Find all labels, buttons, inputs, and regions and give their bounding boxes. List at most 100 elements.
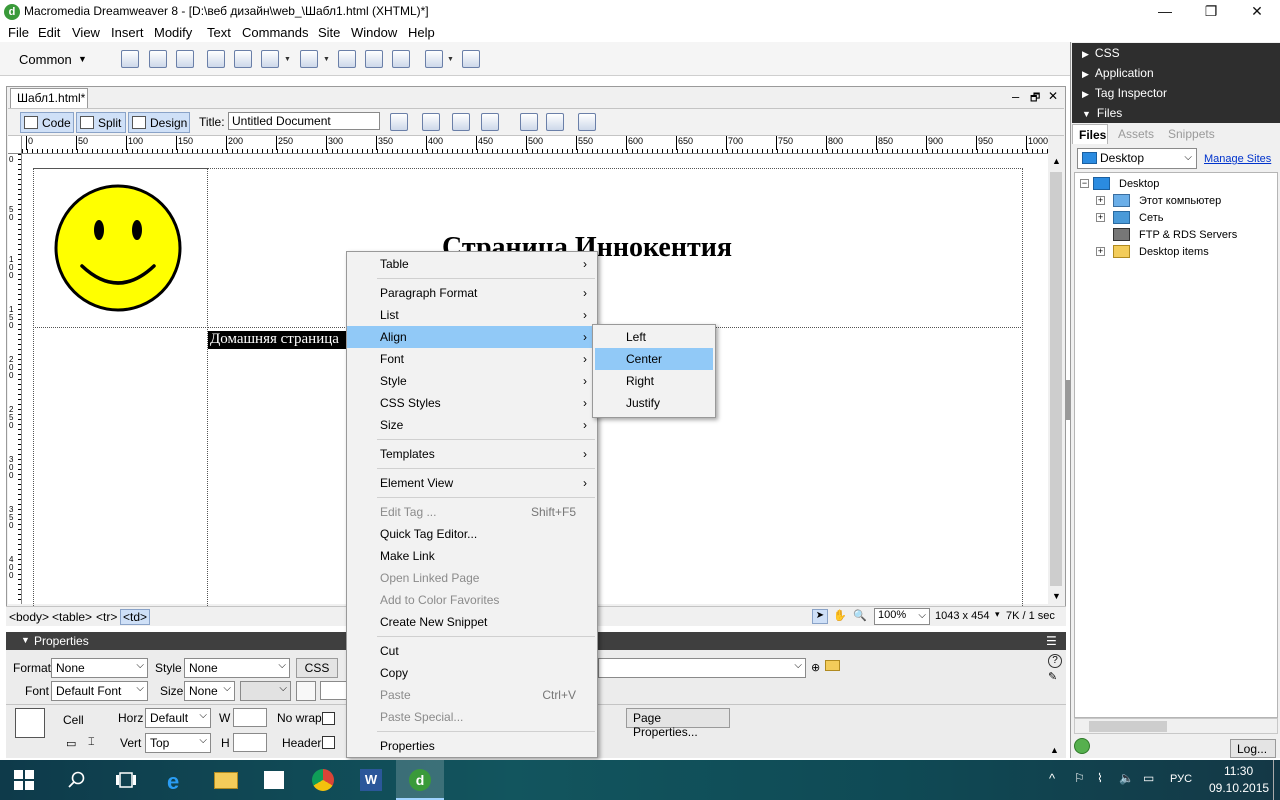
size-select[interactable]: None ⌵ [184, 681, 235, 701]
tree-item-computer[interactable]: Этот компьютер [1139, 195, 1221, 207]
taskbar-chrome[interactable] [299, 760, 347, 800]
div-tag-icon[interactable] [234, 50, 252, 68]
menu-file[interactable]: File [8, 25, 29, 40]
text-color-input[interactable] [320, 681, 348, 700]
log-button[interactable]: Log... [1230, 739, 1276, 758]
menu-item-properties[interactable]: Properties [347, 735, 597, 757]
refresh-icon[interactable] [520, 113, 538, 131]
expand-properties-icon[interactable]: ▲ [1050, 745, 1059, 755]
nowrap-checkbox[interactable] [322, 712, 335, 725]
smiley-face-image[interactable] [54, 184, 182, 312]
link-select[interactable]: ⌵ [598, 658, 806, 678]
align-left-item[interactable]: Left [595, 326, 713, 348]
text-color-picker[interactable] [296, 681, 316, 701]
zoom-select[interactable]: 100% ⌵ [874, 608, 930, 625]
width-input[interactable] [233, 708, 267, 727]
minimize-button[interactable]: — [1142, 0, 1188, 24]
hand-tool-icon[interactable]: ✋ [833, 609, 847, 622]
image-icon[interactable] [261, 50, 279, 68]
task-view-icon[interactable] [116, 771, 136, 789]
taskbar-edge[interactable]: e [153, 760, 201, 800]
tree-item-ftp-rds[interactable]: FTP & RDS Servers [1139, 229, 1237, 241]
search-icon[interactable] [68, 771, 86, 789]
split-view-button[interactable]: Split [76, 112, 126, 133]
tree-item-network[interactable]: Сеть [1139, 212, 1163, 224]
image-dropdown-icon[interactable]: ▼ [284, 56, 291, 63]
tag-body[interactable]: <body> [9, 610, 49, 624]
wifi-icon[interactable]: ⌇ [1097, 771, 1103, 785]
show-desktop-button[interactable] [1273, 760, 1280, 800]
panel-splitter[interactable] [1066, 380, 1070, 420]
table-icon[interactable] [207, 50, 225, 68]
view-options-icon[interactable] [546, 113, 564, 131]
file-tree-hscrollbar[interactable] [1074, 718, 1278, 734]
restore-button[interactable]: ❐ [1188, 0, 1234, 24]
file-management-icon[interactable] [422, 113, 440, 131]
manage-sites-link[interactable]: Manage Sites [1204, 153, 1271, 165]
category-dropdown-icon[interactable]: ▼ [78, 54, 87, 64]
menu-item-make-link[interactable]: Make Link [347, 545, 597, 567]
merge-cells-icon[interactable]: ▭ [66, 737, 76, 750]
menu-item-templates[interactable]: Templates › [347, 443, 597, 465]
menu-commands[interactable]: Commands [242, 25, 308, 40]
select-tool-icon[interactable]: ➤ [812, 609, 828, 624]
expand-icon[interactable]: + [1096, 196, 1105, 205]
align-center-item[interactable]: Center [595, 348, 713, 370]
menu-item-size[interactable]: Size › [347, 414, 597, 436]
doc-close-button[interactable]: ✕ [1048, 89, 1058, 103]
windows-start-icon[interactable] [14, 770, 34, 790]
scroll-down-icon[interactable]: ▼ [1052, 591, 1061, 601]
taskbar-dreamweaver[interactable]: d [396, 760, 444, 800]
window-size-dropdown-icon[interactable]: ▾ [995, 609, 1000, 620]
horz-select[interactable]: Default ⌵ [145, 708, 211, 728]
taskbar-word[interactable]: W [347, 760, 395, 800]
menu-window[interactable]: Window [351, 25, 397, 40]
preview-in-browser-icon[interactable] [481, 113, 499, 131]
panel-files[interactable]: ▼ Files [1072, 103, 1280, 123]
menu-item-copy[interactable]: Copy [347, 662, 597, 684]
tag-tr[interactable]: <tr> [96, 610, 117, 624]
tree-item-desktop-items[interactable]: Desktop items [1139, 246, 1209, 258]
browse-folder-icon[interactable] [825, 660, 840, 671]
style-select[interactable]: None ⌵ [184, 658, 290, 678]
scroll-up-icon[interactable]: ▲ [1052, 156, 1061, 166]
upload-download-icon[interactable] [452, 113, 470, 131]
design-view-button[interactable]: Design [128, 112, 190, 133]
menu-item-align[interactable]: Align › [347, 326, 597, 348]
hscroll-thumb[interactable] [1089, 721, 1167, 732]
page-properties-button[interactable]: Page Properties... [626, 708, 730, 739]
home-page-text-selected[interactable]: Домашняя страница [208, 331, 346, 349]
header-checkbox[interactable] [322, 736, 335, 749]
menu-site[interactable]: Site [318, 25, 340, 40]
server-side-include-icon[interactable] [365, 50, 383, 68]
media-icon[interactable] [300, 50, 318, 68]
align-justify-item[interactable]: Justify [595, 392, 713, 414]
help-icon[interactable]: ? [1048, 654, 1062, 668]
font-select[interactable]: Default Font ⌵ [51, 681, 148, 701]
tab-snippets[interactable]: Snippets [1168, 127, 1215, 141]
panel-application[interactable]: ▶ Application [1072, 63, 1280, 83]
clock-time[interactable]: 11:30 [1224, 764, 1253, 778]
zoom-tool-icon[interactable]: 🔍 [853, 609, 867, 622]
code-view-button[interactable]: Code [20, 112, 74, 133]
close-button[interactable]: ✕ [1234, 0, 1280, 24]
menu-edit[interactable]: Edit [38, 25, 60, 40]
collapse-icon[interactable]: − [1080, 179, 1089, 188]
doc-minimize-button[interactable]: – [1012, 89, 1019, 104]
taskbar-file-explorer[interactable] [202, 760, 250, 800]
format-select[interactable]: None ⌵ [51, 658, 148, 678]
document-title-input[interactable] [228, 112, 380, 130]
email-link-icon[interactable] [149, 50, 167, 68]
menu-item-cut[interactable]: Cut [347, 640, 597, 662]
action-center-icon[interactable]: ⚐ [1074, 771, 1085, 785]
menu-item-create-new-snippet[interactable]: Create New Snippet [347, 611, 597, 633]
named-anchor-icon[interactable] [176, 50, 194, 68]
date-icon[interactable] [338, 50, 356, 68]
menu-item-table[interactable]: Table › [347, 253, 597, 275]
menu-item-css-styles[interactable]: CSS Styles › [347, 392, 597, 414]
menu-text[interactable]: Text [207, 25, 231, 40]
vert-select[interactable]: Top ⌵ [145, 733, 211, 753]
menu-modify[interactable]: Modify [154, 25, 192, 40]
menu-item-quick-tag-editor[interactable]: Quick Tag Editor... [347, 523, 597, 545]
doc-restore-button[interactable]: 🗗 [1030, 89, 1040, 108]
